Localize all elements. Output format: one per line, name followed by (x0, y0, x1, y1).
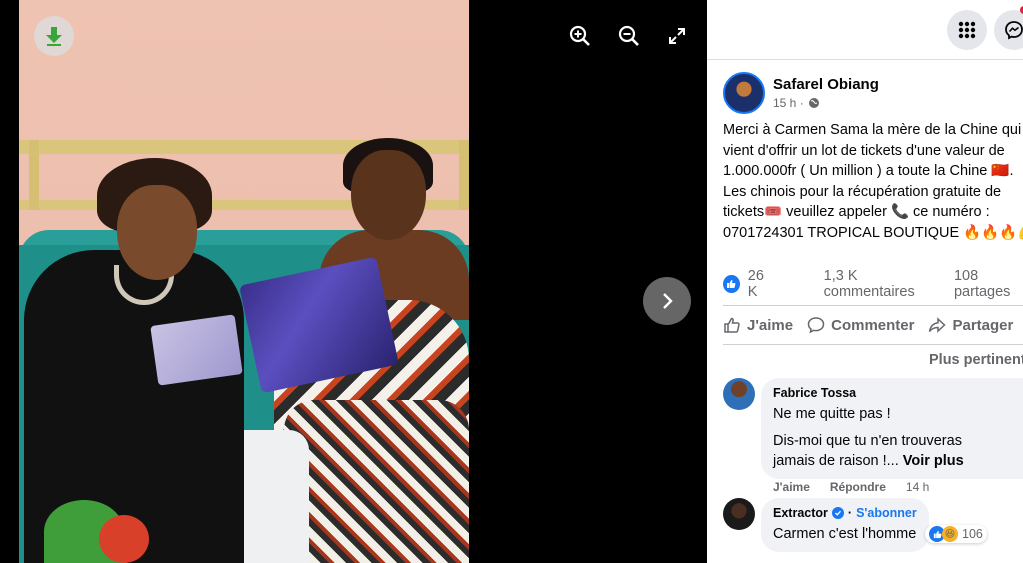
post-panel: Safarel Obiang 15 h · Merci à Carmen Sam… (707, 0, 1023, 563)
share-arrow-icon (929, 317, 947, 333)
comment-text-line: jamais de raison !... (773, 453, 899, 469)
zoom-out-button[interactable] (615, 22, 643, 50)
fullscreen-button[interactable] (663, 22, 691, 50)
messenger-button[interactable] (994, 10, 1023, 50)
comment-author[interactable]: Fabrice Tossa (773, 386, 1023, 400)
download-arrow-icon (46, 27, 62, 46)
comment-text-line: Carmen c'est l'homme (773, 526, 917, 542)
post-text-line: Les chinois pour la récupération gratuit… (723, 183, 1002, 200)
fullscreen-icon (669, 28, 685, 44)
photo-railing-post (29, 140, 39, 210)
comment-item: Fabrice Tossa Ne me quitte pas ! Dis-moi… (723, 378, 1023, 479)
zoom-in-icon (569, 25, 590, 46)
shares-count[interactable]: 108 partages (954, 268, 1023, 300)
download-button[interactable] (34, 16, 74, 56)
post-text-line: 1.000.000fr ( Un million ) a toute la Ch… (723, 163, 1014, 179)
comment-reactions[interactable]: 😆 106 (925, 525, 987, 543)
messenger-icon (1005, 21, 1023, 40)
avatar[interactable] (723, 498, 755, 530)
post-text: Merci à Carmen Sama la mère de la Chine … (723, 120, 1023, 243)
comment-reply-link[interactable]: Répondre (830, 480, 886, 494)
comments-count[interactable]: 1,3 K commentaires (824, 268, 944, 300)
top-bar (707, 0, 1023, 60)
share-label: Partager (952, 316, 1014, 334)
comment-item: Extractor · S'abonner Carmen c'est l'hom… (723, 498, 929, 552)
post-actions: J'aime Commenter Partager (723, 305, 1023, 345)
like-button[interactable]: J'aime (723, 316, 793, 334)
post-stats: 26 K 1,3 K commentaires 108 partages (723, 268, 1023, 300)
globe-icon (808, 98, 819, 108)
like-reaction-icon[interactable] (723, 275, 740, 293)
next-photo-button[interactable] (643, 277, 691, 325)
comment-author[interactable]: Extractor (773, 506, 828, 520)
comment-meta: J'aime Répondre 14 h (773, 480, 929, 494)
reaction-count: 106 (962, 527, 983, 541)
comment-text-line: Dis-moi que tu n'en trouveras (773, 433, 962, 449)
haha-reaction-icon: 😆 (942, 526, 958, 542)
avatar[interactable] (723, 378, 755, 410)
photo-railing-post (459, 140, 469, 210)
post-photo[interactable] (19, 0, 469, 563)
likes-count[interactable]: 26 K (748, 268, 776, 300)
photo-flower (99, 515, 149, 563)
photo-man-head (117, 185, 197, 280)
avatar[interactable] (723, 72, 765, 114)
photo-woman-head (351, 150, 426, 240)
post-time[interactable]: 15 h · (773, 96, 804, 110)
comment-label: Commenter (831, 316, 915, 334)
like-label: J'aime (747, 316, 794, 334)
photo-viewer (0, 0, 707, 563)
comment-bubble-icon (807, 317, 825, 334)
comment-text-line: Ne me quitte pas ! (773, 406, 891, 422)
zoom-out-icon (618, 25, 639, 46)
thumbs-up-icon (724, 317, 740, 333)
photo-banknotes (150, 314, 243, 386)
comment-bubble: Fabrice Tossa Ne me quitte pas ! Dis-moi… (761, 378, 1023, 479)
photo-woman-skirt (284, 400, 469, 563)
comment-bubble: Extractor · S'abonner Carmen c'est l'hom… (761, 498, 929, 552)
post-author: Safarel Obiang 15 h · (723, 72, 879, 114)
post-text-line: 0701724301 TROPICAL BOUTIQUE 🔥🔥🔥💪 (723, 224, 1023, 241)
post-text-line: Merci à Carmen Sama la mère de la Chine … (723, 122, 1022, 138)
zoom-in-button[interactable] (566, 22, 594, 50)
comment-like-link[interactable]: J'aime (773, 480, 810, 494)
comment-button[interactable]: Commenter (807, 316, 914, 334)
post-text-line: tickets🎟️ veuillez appeler 📞 ce numéro : (723, 204, 990, 220)
chevron-right-icon (663, 293, 673, 309)
see-more-link[interactable]: Voir plus (903, 453, 964, 469)
share-button[interactable]: Partager (928, 316, 1013, 334)
comment-time[interactable]: 14 h (906, 480, 929, 494)
author-name[interactable]: Safarel Obiang (773, 76, 879, 93)
menu-button[interactable] (947, 10, 987, 50)
comments-sort-dropdown[interactable]: Plus pertinents (929, 352, 1023, 368)
post-text-line: vient d'offrir un lot de tickets d'une v… (723, 142, 1005, 159)
verified-badge-icon (831, 507, 844, 519)
grid-menu-icon (958, 21, 976, 39)
subscribe-link[interactable]: S'abonner (856, 506, 917, 520)
